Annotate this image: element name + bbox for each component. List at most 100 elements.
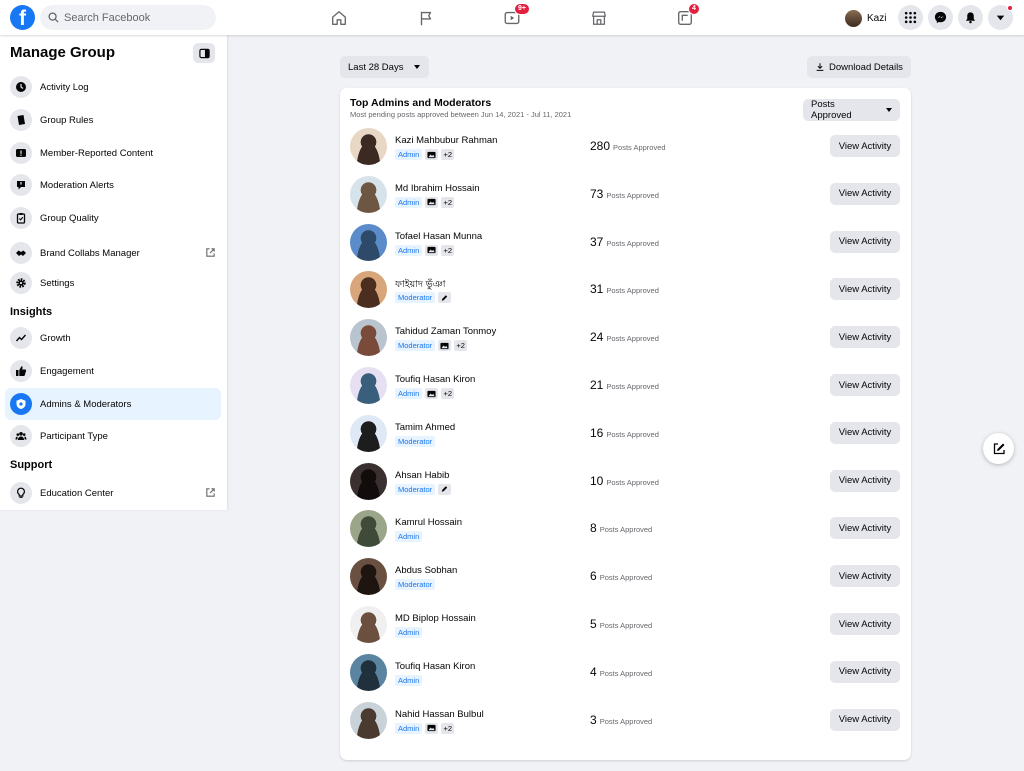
sidebar-item-label: Admins & Moderators [40, 398, 132, 410]
avatar[interactable] [350, 606, 387, 643]
book-icon [10, 109, 32, 131]
member-name[interactable]: ফাইয়াদ ভুঁঞা [395, 278, 446, 293]
caret-down-icon [996, 15, 1005, 21]
nav-watch-tab[interactable]: 9+ [501, 3, 530, 29]
search-icon [48, 12, 59, 23]
sidebar-item-member-reported-content[interactable]: Member-Reported Content [5, 137, 221, 169]
new-message-button[interactable] [983, 433, 1014, 464]
sidebar-item-settings[interactable]: Settings [5, 267, 221, 299]
view-activity-button[interactable]: View Activity [830, 374, 900, 396]
member-tags: Admin [395, 674, 423, 686]
member-name[interactable]: Kamrul Hossain [395, 517, 462, 528]
view-activity-button[interactable]: View Activity [830, 326, 900, 349]
thumbs-up-icon [10, 360, 32, 382]
view-activity-button[interactable]: View Activity [830, 421, 900, 444]
table-row: ফাইয়াদ ভুঁঞা Moderator 31 Posts Approve… [340, 269, 911, 317]
avatar[interactable] [350, 653, 387, 691]
view-activity-button[interactable]: View Activity [830, 230, 900, 253]
count-label: Posts Approved [613, 143, 666, 152]
sidebar-item-activity-log[interactable]: Activity Log [5, 71, 221, 103]
avatar[interactable] [350, 462, 387, 500]
avatar[interactable] [350, 223, 387, 261]
download-details-button[interactable]: Download Details [807, 56, 911, 78]
table-row: Md Ibrahim Hossain Admin +2 73 Posts Appr… [340, 174, 911, 222]
sort-dropdown[interactable]: Posts Approved [803, 99, 900, 121]
member-name[interactable]: Tofael Hasan Munna [395, 231, 482, 242]
count-label: Posts Approved [599, 573, 653, 583]
avatar[interactable] [350, 271, 387, 309]
nav-pages-tab[interactable] [415, 7, 437, 29]
avatar[interactable] [350, 701, 387, 739]
posts-approved-count: 6 Posts Approved [590, 569, 652, 583]
date-range-dropdown[interactable]: Last 28 Days [340, 56, 429, 78]
search-input[interactable] [64, 11, 214, 24]
sidebar-item-label: Brand Collabs Manager [40, 247, 140, 259]
date-range-label: Last 28 Days [348, 61, 404, 73]
profile-shortcut[interactable]: Kazi [845, 7, 886, 29]
messenger-button[interactable] [928, 5, 953, 30]
sidebar-item-label: Activity Log [40, 81, 89, 93]
member-name[interactable]: Md Ibrahim Hossain [395, 183, 479, 194]
member-tags: Admin +2 [395, 149, 455, 160]
member-tags: Moderator [395, 292, 452, 304]
member-name[interactable]: Abdus Sobhan [395, 565, 457, 576]
avatar[interactable] [350, 175, 387, 213]
posts-approved-count: 5 Posts Approved [590, 617, 652, 631]
sidebar-item-growth[interactable]: Growth [5, 322, 221, 354]
view-activity-button[interactable]: View Activity [830, 182, 900, 205]
member-tags: Moderator [395, 579, 436, 591]
notifications-button[interactable] [958, 5, 983, 30]
count-label: Posts Approved [606, 238, 659, 248]
gear-icon [10, 272, 32, 294]
account-button[interactable] [988, 5, 1013, 30]
view-activity-button[interactable]: View Activity [830, 565, 900, 588]
search-box[interactable] [40, 5, 216, 30]
member-name[interactable]: Ahsan Habib [395, 470, 449, 481]
role-badge: Admin [395, 531, 423, 543]
avatar[interactable] [350, 558, 387, 596]
member-name[interactable]: MD Biplop Hossain [395, 613, 476, 624]
count-label: Posts Approved [606, 477, 659, 487]
view-activity-button[interactable]: View Activity [830, 517, 900, 540]
menu-button[interactable] [898, 5, 923, 30]
role-badge: Moderator [395, 292, 436, 304]
member-name[interactable]: Kazi Mahbubur Rahman [395, 135, 497, 146]
nav-gaming-tab[interactable]: 4 [674, 3, 700, 29]
posts-approved-count: 3 Posts Approved [590, 713, 652, 727]
nav-home-tab[interactable] [328, 7, 350, 29]
view-activity-button[interactable]: View Activity [830, 660, 900, 683]
role-badge: Admin [395, 722, 423, 734]
sidebar-item-admins-moderators[interactable]: Admins & Moderators [5, 388, 221, 420]
sidebar-item-group-rules[interactable]: Group Rules [5, 104, 221, 136]
view-activity-button[interactable]: View Activity [830, 469, 900, 492]
avatar[interactable] [350, 319, 387, 357]
member-name[interactable]: Toufiq Hasan Kiron [395, 374, 475, 385]
sidebar-item-engagement[interactable]: Engagement [5, 355, 221, 387]
store-icon [592, 11, 606, 25]
sidebar-collapse-button[interactable] [193, 43, 215, 63]
role-badge: Admin [395, 674, 423, 686]
sidebar-item-moderation-alerts[interactable]: Moderation Alerts [5, 169, 221, 201]
member-name[interactable]: Tahidud Zaman Tonmoy [395, 326, 496, 337]
sidebar-item-education-center[interactable]: Education Center [5, 477, 221, 509]
avatar[interactable] [350, 128, 387, 165]
grid-menu-icon [904, 11, 917, 24]
member-name[interactable]: Nahid Hassan Bulbul [395, 709, 484, 720]
view-activity-button[interactable]: View Activity [830, 135, 900, 157]
avatar[interactable] [350, 510, 387, 548]
extra-permissions-count: +2 [454, 340, 468, 352]
view-activity-button[interactable]: View Activity [830, 278, 900, 301]
chevron-down-icon [886, 108, 892, 112]
sidebar-item-participant-type[interactable]: Participant Type [5, 420, 221, 452]
sidebar-item-brand-collabs-manager[interactable]: Brand Collabs Manager [5, 237, 221, 269]
view-activity-button[interactable]: View Activity [830, 708, 900, 731]
member-name[interactable]: Tamim Ahmed [395, 422, 455, 433]
sidebar-item-group-quality[interactable]: Group Quality [5, 202, 221, 234]
member-name[interactable]: Toufiq Hasan Kiron [395, 661, 475, 672]
view-activity-button[interactable]: View Activity [830, 613, 900, 635]
avatar[interactable] [350, 367, 387, 404]
nav-marketplace-tab[interactable] [588, 7, 610, 29]
avatar[interactable] [350, 414, 387, 452]
count-value: 5 [590, 617, 597, 631]
facebook-logo[interactable]: f [10, 5, 35, 30]
